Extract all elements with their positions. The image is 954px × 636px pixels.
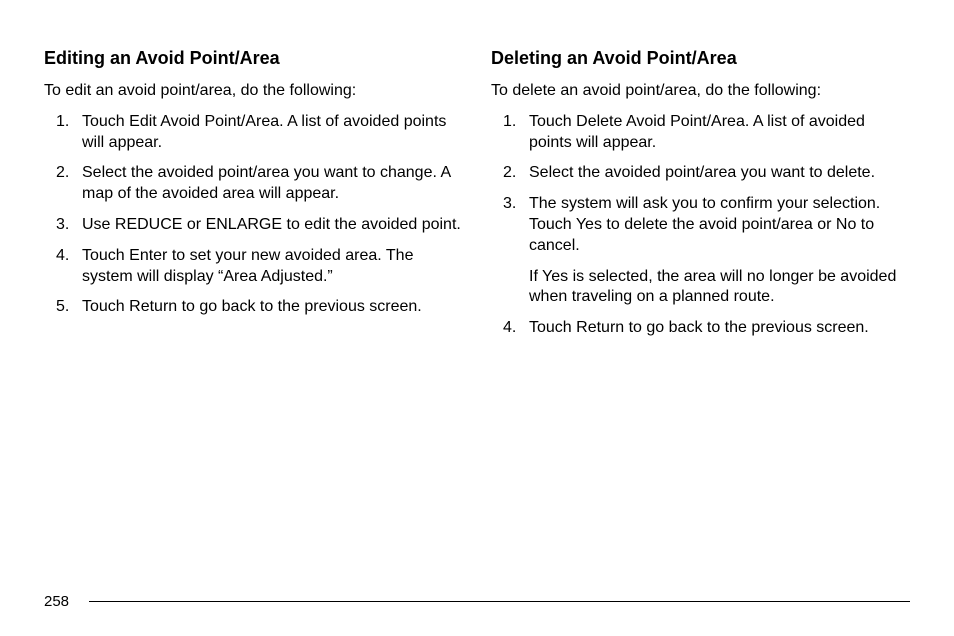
step-text: Touch Return to go back to the previous … bbox=[82, 297, 463, 318]
footer-divider bbox=[89, 601, 910, 603]
step-text: Touch Delete Avoid Point/Area. A list of… bbox=[529, 112, 910, 154]
step-text: Touch Enter to set your new avoided area… bbox=[82, 246, 463, 288]
list-item: 3. Use REDUCE or ENLARGE to edit the avo… bbox=[66, 215, 463, 236]
step-number: 3. bbox=[56, 215, 69, 236]
step-extra: If Yes is selected, the area will no lon… bbox=[529, 267, 910, 309]
list-item: 1. Touch Edit Avoid Point/Area. A list o… bbox=[66, 112, 463, 154]
step-number: 4. bbox=[56, 246, 69, 267]
step-text: Touch Return to go back to the previous … bbox=[529, 318, 910, 339]
list-item: 1. Touch Delete Avoid Point/Area. A list… bbox=[513, 112, 910, 154]
list-item: 2. Select the avoided point/area you wan… bbox=[513, 163, 910, 184]
deleting-heading: Deleting an Avoid Point/Area bbox=[491, 48, 910, 69]
left-column: Editing an Avoid Point/Area To edit an a… bbox=[44, 48, 463, 349]
step-number: 4. bbox=[503, 318, 516, 339]
deleting-intro: To delete an avoid point/area, do the fo… bbox=[491, 81, 910, 102]
editing-intro: To edit an avoid point/area, do the foll… bbox=[44, 81, 463, 102]
list-item: 5. Touch Return to go back to the previo… bbox=[66, 297, 463, 318]
step-text: The system will ask you to confirm your … bbox=[529, 194, 910, 256]
page-footer: 258 bbox=[44, 593, 910, 610]
page-number: 258 bbox=[44, 593, 69, 610]
step-text: Use REDUCE or ENLARGE to edit the avoide… bbox=[82, 215, 463, 236]
list-item: 3. The system will ask you to confirm yo… bbox=[513, 194, 910, 308]
right-column: Deleting an Avoid Point/Area To delete a… bbox=[491, 48, 910, 349]
list-item: 4. Touch Enter to set your new avoided a… bbox=[66, 246, 463, 288]
page-content: Editing an Avoid Point/Area To edit an a… bbox=[44, 48, 910, 349]
step-text: Select the avoided point/area you want t… bbox=[82, 163, 463, 205]
step-number: 5. bbox=[56, 297, 69, 318]
step-number: 1. bbox=[503, 112, 516, 133]
step-text: Touch Edit Avoid Point/Area. A list of a… bbox=[82, 112, 463, 154]
editing-heading: Editing an Avoid Point/Area bbox=[44, 48, 463, 69]
deleting-steps: 1. Touch Delete Avoid Point/Area. A list… bbox=[491, 112, 910, 339]
list-item: 4. Touch Return to go back to the previo… bbox=[513, 318, 910, 339]
list-item: 2. Select the avoided point/area you wan… bbox=[66, 163, 463, 205]
editing-steps: 1. Touch Edit Avoid Point/Area. A list o… bbox=[44, 112, 463, 318]
step-number: 2. bbox=[503, 163, 516, 184]
step-text: Select the avoided point/area you want t… bbox=[529, 163, 910, 184]
step-number: 2. bbox=[56, 163, 69, 184]
step-number: 3. bbox=[503, 194, 516, 215]
step-number: 1. bbox=[56, 112, 69, 133]
